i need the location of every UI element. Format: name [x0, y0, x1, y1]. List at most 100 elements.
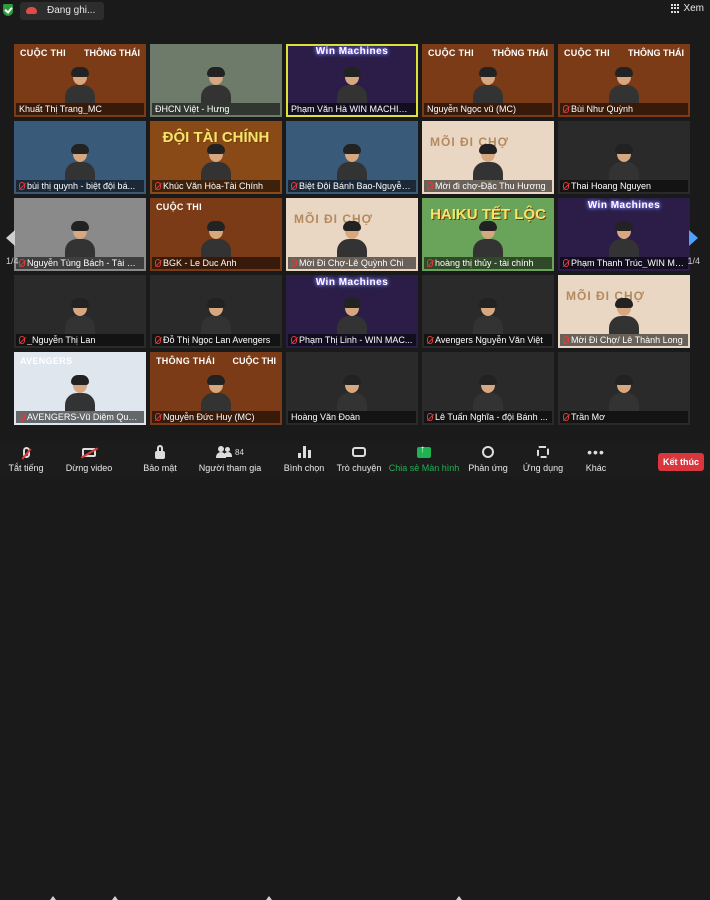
participant-video-tile[interactable]: ĐHCN Việt - Hưng	[150, 44, 282, 117]
participant-name-label: Avengers Nguyễn Văn Việt	[424, 334, 552, 346]
participant-video-tile[interactable]: Biệt Đội Bánh Bao-Nguyễn ...	[286, 121, 418, 194]
next-page-arrow-icon[interactable]	[689, 230, 698, 246]
participant-name-label: Phạm Thị Linh - WIN MAC...	[288, 334, 416, 346]
participant-name-label: Biệt Đội Bánh Bao-Nguyễn ...	[288, 180, 416, 192]
participant-silhouette	[609, 144, 639, 180]
participant-silhouette	[65, 144, 95, 180]
bar-chart-icon	[297, 446, 311, 458]
participant-silhouette	[609, 67, 639, 103]
mute-button[interactable]: Tắt tiếng	[6, 443, 46, 477]
polls-button[interactable]: Bình chọn	[282, 443, 326, 477]
stop-video-button[interactable]: Dừng video	[64, 443, 114, 477]
reactions-button[interactable]: Phản ứng	[468, 443, 508, 477]
participant-silhouette	[473, 67, 503, 103]
participant-name: Nguyễn Tùng Bách - Tài Ch...	[27, 258, 141, 268]
chat-button[interactable]: Trò chuyện	[336, 443, 382, 477]
microphone-muted-icon	[427, 259, 433, 267]
participant-silhouette	[473, 298, 503, 334]
audio-options-caret-icon[interactable]	[50, 896, 56, 900]
tile-background-banner: CUỘC THI	[564, 48, 610, 58]
participant-silhouette	[201, 298, 231, 334]
more-button[interactable]: ••• Khác	[580, 443, 612, 477]
security-button[interactable]: Bảo mật	[140, 443, 180, 477]
participant-video-tile[interactable]: AVENGERS AVENGERS-Vũ Diệm Quỳnh	[14, 352, 146, 425]
participant-silhouette	[337, 144, 367, 180]
participant-name: Mời Đi Chợ/ Lê Thành Long	[571, 335, 683, 345]
participant-video-tile[interactable]: MÕI ĐI CHỢ Mời Đi Chợ/ Lê Thành Long	[558, 275, 690, 348]
reaction-smile-icon	[482, 446, 494, 458]
participants-options-caret-icon[interactable]	[266, 896, 272, 900]
page-indicator-right: 1/4	[687, 256, 700, 266]
participant-name-label: Nguyễn Đức Huy (MC)	[152, 411, 280, 423]
participant-silhouette	[473, 375, 503, 411]
participant-video-tile[interactable]: Avengers Nguyễn Văn Việt	[422, 275, 554, 348]
participant-name-label: Mời Đi Chợ-Lê Quỳnh Chi	[288, 257, 416, 269]
participant-video-tile[interactable]: MÕI ĐI CHỢ Mời Đi Chợ-Lê Quỳnh Chi	[286, 198, 418, 271]
participant-silhouette	[337, 67, 367, 103]
participant-video-tile[interactable]: Nguyễn Tùng Bách - Tài Ch...	[14, 198, 146, 271]
shield-check-icon[interactable]	[3, 4, 13, 16]
participant-video-tile[interactable]: Win Machines Phạm Văn Hà WIN MACHINES	[286, 44, 418, 117]
participant-name: bùi thị quynh - biệt đội bá...	[27, 181, 136, 191]
view-button[interactable]: Xem	[671, 3, 704, 14]
microphone-muted-icon	[427, 413, 433, 421]
microphone-muted-icon	[563, 259, 569, 267]
participants-count: 84	[235, 447, 244, 457]
tile-background-banner: AVENGERS	[20, 356, 73, 366]
participant-name-label: AVENGERS-Vũ Diệm Quỳnh	[16, 411, 144, 423]
participant-video-tile[interactable]: THÔNG THÁI CUỘC THI Nguyễn Đức Huy (MC)	[150, 352, 282, 425]
participant-video-tile[interactable]: Win Machines Phạm Thanh Trúc_WIN MA...	[558, 198, 690, 271]
participant-name-label: bùi thị quynh - biệt đội bá...	[16, 180, 144, 192]
microphone-muted-icon	[19, 413, 25, 421]
participant-name: Phạm Thị Linh - WIN MAC...	[299, 335, 413, 345]
participant-video-tile[interactable]: Thai Hoang Nguyen	[558, 121, 690, 194]
participant-name: Trần Mơ	[571, 412, 606, 422]
share-screen-button[interactable]: Chia sẻ Màn hình	[389, 443, 460, 477]
microphone-muted-icon	[155, 182, 161, 190]
video-options-caret-icon[interactable]	[112, 896, 118, 900]
participant-silhouette	[65, 375, 95, 411]
participant-video-tile[interactable]: MÕI ĐI CHỢ Mời đi chợ-Đặc Thu Hương	[422, 121, 554, 194]
apps-button[interactable]: Ứng dụng	[522, 443, 564, 477]
share-options-caret-icon[interactable]	[456, 896, 462, 900]
participant-name-label: _Nguyễn Thị Lan	[16, 334, 144, 346]
participant-name: Đỗ Thị Ngọc Lan Avengers	[163, 335, 271, 345]
participant-video-tile[interactable]: CUỘC THI THÔNG THÁI Nguyễn Ngọc vũ (MC)	[422, 44, 554, 117]
participant-video-tile[interactable]: bùi thị quynh - biệt đội bá...	[14, 121, 146, 194]
participant-video-tile[interactable]: CUỘC THI THÔNG THÁI Bùi Như Quỳnh	[558, 44, 690, 117]
tile-background-banner: Win Machines	[587, 200, 661, 211]
end-meeting-button[interactable]: Kết thúc	[658, 453, 704, 471]
top-bar: Đang ghi... Xem	[0, 0, 710, 22]
tile-background-banner: Win Machines	[315, 277, 389, 288]
microphone-muted-icon	[427, 336, 433, 344]
share-screen-icon	[417, 444, 431, 458]
tile-background-banner-secondary: THÔNG THÁI	[492, 48, 548, 58]
page-indicator-left: 1/4	[6, 256, 19, 266]
participant-video-tile[interactable]: _Nguyễn Thị Lan	[14, 275, 146, 348]
participant-name-label: Mời Đi Chợ/ Lê Thành Long	[560, 334, 688, 346]
participant-video-tile[interactable]: Lê Tuấn Nghĩa - đội Bánh ...	[422, 352, 554, 425]
participant-silhouette	[337, 375, 367, 411]
participant-name-label: Hoàng Văn Đoàn	[288, 411, 416, 423]
chat-bubble-icon	[352, 447, 366, 457]
participant-video-tile[interactable]: Đỗ Thị Ngọc Lan Avengers	[150, 275, 282, 348]
participant-video-tile[interactable]: CUỘC THI THÔNG THÁI Khuất Thị Trang_MC	[14, 44, 146, 117]
participant-name-label: Lê Tuấn Nghĩa - đội Bánh ...	[424, 411, 552, 423]
recording-indicator[interactable]: Đang ghi...	[20, 2, 104, 20]
participant-video-tile[interactable]: HAIKU TẾT LỘC hoàng thị thủy - tài chính	[422, 198, 554, 271]
participant-name: Lê Tuấn Nghĩa - đội Bánh ...	[435, 412, 548, 422]
participant-video-tile[interactable]: Hoàng Văn Đoàn	[286, 352, 418, 425]
participants-button[interactable]: 84 Người tham gia	[199, 443, 261, 477]
participant-video-tile[interactable]: Win Machines Phạm Thị Linh - WIN MAC...	[286, 275, 418, 348]
previous-page-arrow-icon[interactable]	[6, 230, 15, 246]
participant-silhouette	[337, 221, 367, 257]
participant-silhouette	[65, 67, 95, 103]
participant-video-tile[interactable]: ĐỘI TÀI CHÍNH Khúc Văn Hòa-Tài Chính	[150, 121, 282, 194]
tile-background-banner: CUỘC THI	[156, 202, 202, 212]
participant-name: _Nguyễn Thị Lan	[27, 335, 96, 345]
participant-video-tile[interactable]: Trần Mơ	[558, 352, 690, 425]
participant-name-label: Khuất Thị Trang_MC	[16, 103, 144, 115]
participant-name-label: BGK - Le Duc Anh	[152, 257, 280, 269]
participant-video-tile[interactable]: CUỘC THI BGK - Le Duc Anh	[150, 198, 282, 271]
meeting-toolbar: Tắt tiếng Dừng video Bảo mật 84 Người th…	[0, 441, 710, 900]
